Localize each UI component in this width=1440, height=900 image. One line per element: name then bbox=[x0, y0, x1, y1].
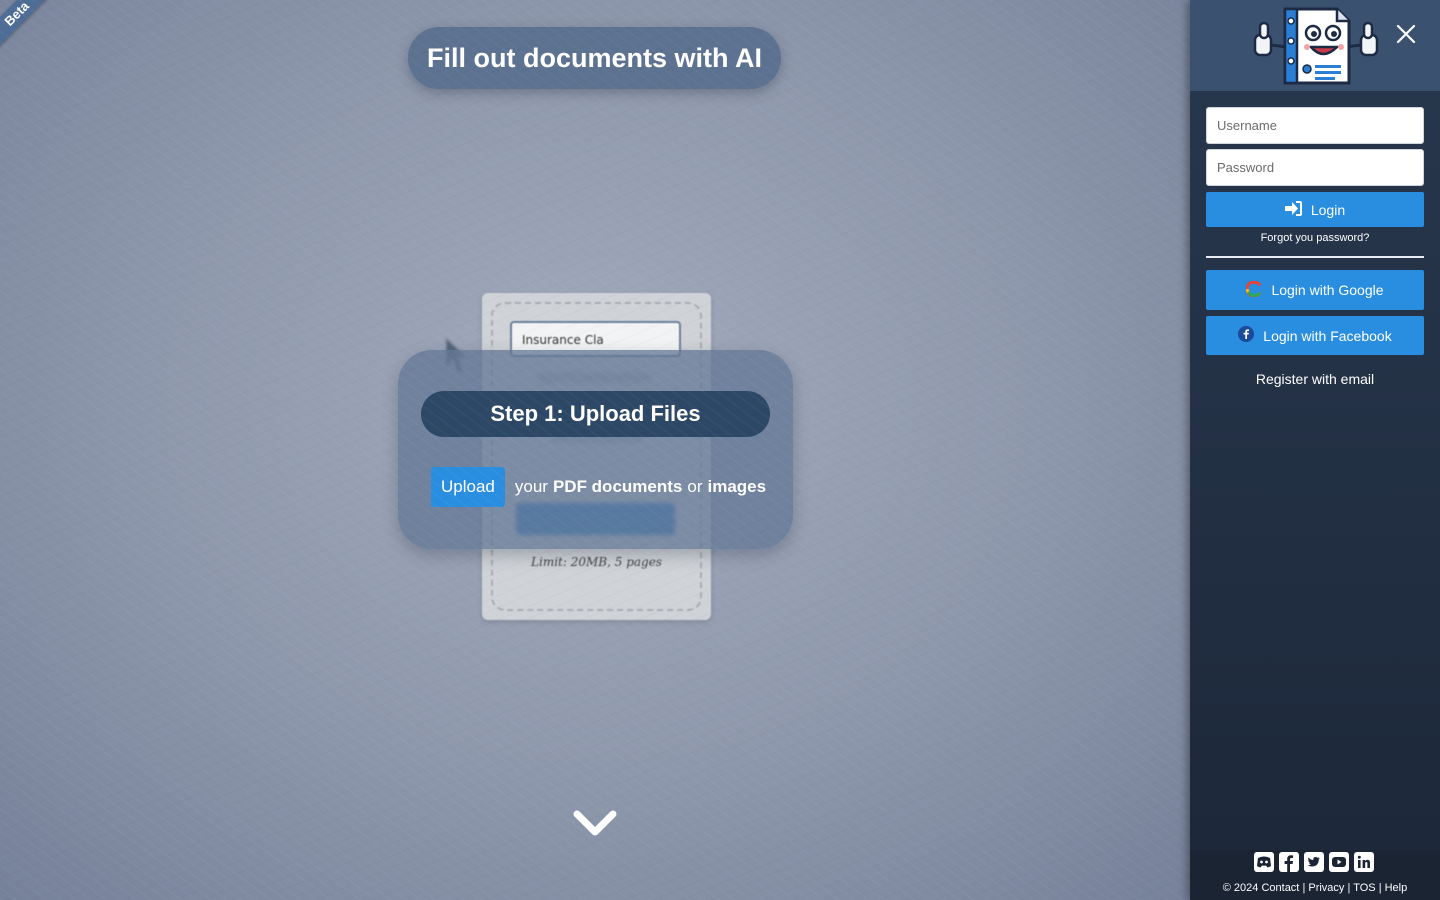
login-facebook-label: Login with Facebook bbox=[1263, 327, 1392, 344]
separator: | bbox=[1378, 882, 1382, 894]
tos-link[interactable]: TOS bbox=[1353, 882, 1375, 894]
upload-text-pdf: PDF documents bbox=[552, 477, 683, 496]
facebook-icon bbox=[1238, 326, 1255, 345]
google-icon bbox=[1245, 280, 1262, 300]
login-button[interactable]: Login bbox=[1206, 192, 1424, 227]
main-area: Beta Fill out documents with AI Insuranc… bbox=[0, 0, 1190, 900]
password-input[interactable] bbox=[1206, 149, 1424, 186]
upload-row: Upload your PDF documents or images bbox=[431, 467, 771, 507]
step-card: Step 1: Upload Files Upload your PDF doc… bbox=[398, 350, 793, 549]
step-title: Step 1: Upload Files bbox=[421, 391, 770, 437]
divider bbox=[1206, 256, 1424, 258]
forgot-password-link[interactable]: Forgot you password? bbox=[1190, 232, 1440, 244]
login-sidebar: Login Forgot you password? Login with Go… bbox=[1190, 0, 1440, 900]
thumbs-up-left bbox=[1253, 21, 1273, 57]
login-label: Login bbox=[1310, 201, 1346, 218]
separator: | bbox=[1347, 882, 1351, 894]
help-link[interactable]: Help bbox=[1385, 882, 1408, 894]
privacy-link[interactable]: Privacy bbox=[1308, 882, 1344, 894]
twitter-icon[interactable] bbox=[1304, 852, 1324, 872]
upload-button[interactable]: Upload bbox=[431, 467, 505, 507]
upload-text-images: images bbox=[707, 477, 767, 496]
separator: | bbox=[1302, 882, 1306, 894]
page-headline: Fill out documents with AI bbox=[408, 27, 781, 89]
sidebar-header bbox=[1190, 0, 1440, 91]
close-icon[interactable] bbox=[1390, 18, 1422, 50]
upload-text-or: or bbox=[687, 477, 703, 496]
login-google-label: Login with Google bbox=[1271, 282, 1384, 298]
social-links bbox=[1254, 852, 1374, 872]
scroll-down-chevron-icon[interactable] bbox=[572, 806, 618, 842]
sign-in-icon bbox=[1284, 200, 1302, 219]
contact-link[interactable]: Contact bbox=[1261, 882, 1299, 894]
discord-icon[interactable] bbox=[1254, 852, 1274, 872]
youtube-icon[interactable] bbox=[1329, 852, 1349, 872]
footer-links: © 2024 Contact | Privacy | TOS | Help bbox=[1190, 882, 1440, 894]
register-email-link[interactable]: Register with email bbox=[1190, 371, 1440, 387]
facebook-square-icon[interactable] bbox=[1279, 852, 1299, 872]
copyright-text: © 2024 bbox=[1222, 882, 1259, 894]
upload-text-your: your bbox=[514, 477, 548, 496]
username-input[interactable] bbox=[1206, 107, 1424, 144]
mascot-logo-icon bbox=[1251, 3, 1381, 87]
login-facebook-button[interactable]: Login with Facebook bbox=[1206, 316, 1424, 355]
linkedin-icon[interactable] bbox=[1354, 852, 1374, 872]
login-google-button[interactable]: Login with Google bbox=[1206, 270, 1424, 310]
beta-ribbon: Beta bbox=[0, 0, 56, 53]
demo-limit-text: Limit: 20MB, 5 pages bbox=[531, 555, 662, 569]
